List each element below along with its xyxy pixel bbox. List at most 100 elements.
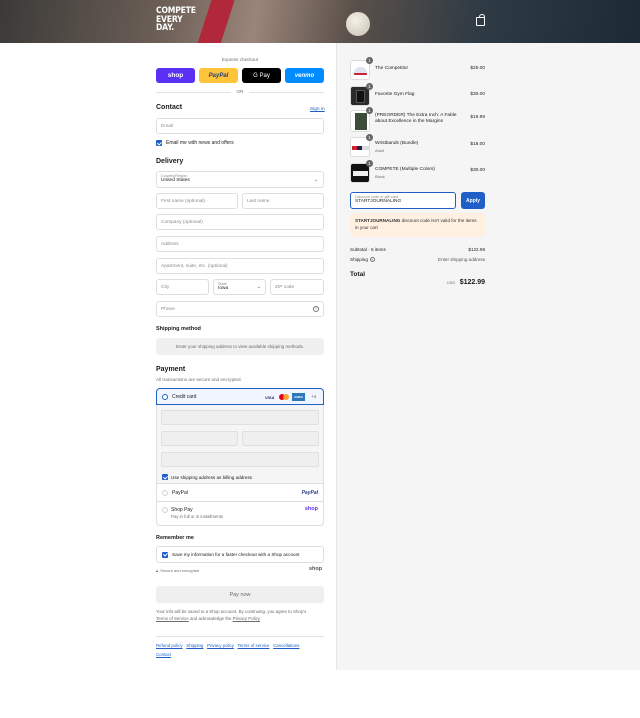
shop-pay-label: Shop Pay (171, 507, 193, 513)
item-name: The Competitor (375, 66, 409, 71)
remember-heading: Remember me (156, 535, 194, 541)
item-name: (PREORDER) The Extra Inch: A Fable about… (375, 113, 457, 124)
privacy-link[interactable]: Privacy Policy (233, 616, 260, 621)
subtotal-value: $122.99 (468, 247, 485, 252)
amex-icon: AMEX (292, 393, 305, 401)
zip-placeholder: ZIP code (275, 284, 295, 290)
zip-field[interactable]: ZIP code (270, 279, 324, 295)
banner-ball (346, 12, 370, 36)
country-value: United States (161, 178, 190, 183)
paypal-logo: PayPal (301, 490, 318, 496)
footer-link-privacy[interactable]: Privacy policy (207, 643, 234, 648)
google-pay-button[interactable]: G Pay (242, 68, 281, 83)
apply-label: Apply (466, 197, 480, 204)
shipping-value: Enter shipping address (438, 257, 485, 262)
apartment-field[interactable]: Apartment, suite, etc. (optional) (156, 258, 324, 274)
billing-checkbox[interactable] (162, 474, 168, 480)
card-number-field[interactable] (161, 410, 319, 425)
cart-item: 1 COMPETE (Multiple Colors) Black $30.00 (350, 160, 485, 185)
quantity-badge: 1 (366, 107, 373, 114)
last-name-field[interactable]: Last name (242, 193, 324, 209)
first-name-placeholder: First name (optional) (161, 198, 205, 204)
bag-icon[interactable] (476, 14, 485, 26)
terms-link[interactable]: Terms of Service (156, 616, 189, 621)
divider (156, 92, 231, 93)
discount-value: STARTJOURNALING (355, 198, 402, 204)
credit-card-option[interactable]: Credit card VISA AMEX +4 (156, 388, 324, 405)
more-brands-count: +4 (311, 394, 317, 399)
phone-placeholder: Phone (161, 306, 175, 312)
first-name-field[interactable]: First name (optional) (156, 193, 238, 209)
help-icon[interactable]: ? (369, 257, 375, 262)
news-checkbox-row[interactable]: Email me with news and offers (156, 140, 234, 146)
footer-link-contact[interactable]: Contact (156, 652, 171, 657)
credit-card-radio[interactable] (162, 393, 168, 400)
mastercard-icon (279, 394, 289, 401)
cart-item: 1 (PREORDER) The Extra Inch: A Fable abo… (350, 107, 485, 134)
shop-pay-radio[interactable] (162, 507, 168, 513)
pay-now-button[interactable]: Pay now (156, 586, 324, 603)
shop-label: shop (167, 72, 184, 79)
cart-item: 1 The Competitor $25.00 (350, 57, 485, 82)
phone-field[interactable]: Phone ? (156, 301, 324, 317)
help-icon[interactable]: ? (313, 306, 319, 312)
quantity-badge: 1 (366, 134, 373, 141)
item-price: $25.00 (470, 66, 485, 71)
email-field[interactable]: Email (156, 118, 324, 134)
footer-link-cancellations[interactable]: Cancellations (273, 643, 299, 648)
paypal-button[interactable]: PayPal (199, 68, 238, 83)
footer-link-terms[interactable]: Terms of service (237, 643, 269, 648)
paypal-option[interactable]: PayPal PayPal (157, 485, 323, 502)
secure-row: 🔒︎ Secure and encrypted (156, 568, 199, 573)
state-select[interactable]: State Iowa ⌄ (213, 279, 266, 295)
express-checkout-title: Express checkout (221, 57, 259, 62)
divider (156, 636, 324, 637)
subtotal-label: Subtotal · 5 items (350, 247, 386, 252)
error-code: STARTJOURNALING (355, 218, 401, 223)
disclaimer-text: Your info will be saved to a Shop accoun… (156, 609, 307, 614)
address-field[interactable]: Address (156, 236, 324, 252)
news-checkbox[interactable] (156, 140, 162, 146)
news-label: Email me with news and offers (166, 140, 234, 146)
quantity-badge: 1 (366, 83, 373, 90)
company-placeholder: Company (optional) (161, 219, 203, 225)
shipping-method-note: Enter your shipping address to view avai… (175, 344, 305, 349)
paypal-radio[interactable] (162, 490, 168, 496)
shipping-label: Shipping (350, 257, 368, 262)
logo-line: DAY. (156, 23, 175, 33)
quantity-badge: 1 (366, 57, 373, 64)
cart-item: 1 Wristbands (Bundle) Adult $18.00 (350, 134, 485, 159)
brand-logo[interactable]: COMPETE EVERY DAY. (156, 7, 196, 33)
apply-button[interactable]: Apply (461, 192, 485, 209)
banner-strap (197, 0, 235, 43)
name-on-card-field[interactable] (161, 452, 319, 467)
payment-subtitle: All transactions are secure and encrypte… (156, 377, 242, 382)
remember-checkbox[interactable] (162, 551, 168, 558)
city-placeholder: City (161, 284, 170, 290)
shop-pay-option[interactable]: Shop Pay Pay in full or in installments … (157, 503, 323, 525)
delivery-heading: Delivery (156, 158, 184, 165)
country-select[interactable]: Country/Region United States ⌄ (156, 171, 324, 188)
company-field[interactable]: Company (optional) (156, 214, 324, 230)
item-name: Wristbands (Bundle) (375, 141, 419, 146)
remember-checkbox-row[interactable]: Save my information for a faster checkou… (156, 546, 324, 563)
expiry-field[interactable] (161, 431, 238, 446)
venmo-button[interactable]: venmo (285, 68, 324, 83)
billing-checkbox-row[interactable]: Use shipping address as billing address (162, 474, 252, 480)
shop-logo: shop (309, 566, 323, 572)
footer-links: Refund policy Shipping Privacy policy Te… (156, 641, 324, 659)
cart-item: 1 Favorite Gym Flag $30.00 (350, 83, 485, 108)
security-code-field[interactable] (242, 431, 319, 446)
discount-code-input[interactable]: Discount code or gift card STARTJOURNALI… (350, 192, 456, 209)
total-row: USD $122.99 (430, 271, 485, 289)
payment-heading: Payment (156, 366, 186, 373)
footer-link-refund[interactable]: Refund policy (156, 643, 183, 648)
pay-now-label: Pay now (229, 591, 251, 598)
item-variant: Adult (375, 148, 385, 153)
sign-in-link[interactable]: Sign in (310, 107, 325, 112)
remember-label: Save my information for a faster checkou… (172, 552, 300, 557)
footer-link-shipping[interactable]: Shipping (186, 643, 203, 648)
shop-pay-sublabel: Pay in full or in installments (171, 514, 224, 519)
shop-pay-button[interactable]: shop (156, 68, 195, 83)
city-field[interactable]: City (156, 279, 209, 295)
